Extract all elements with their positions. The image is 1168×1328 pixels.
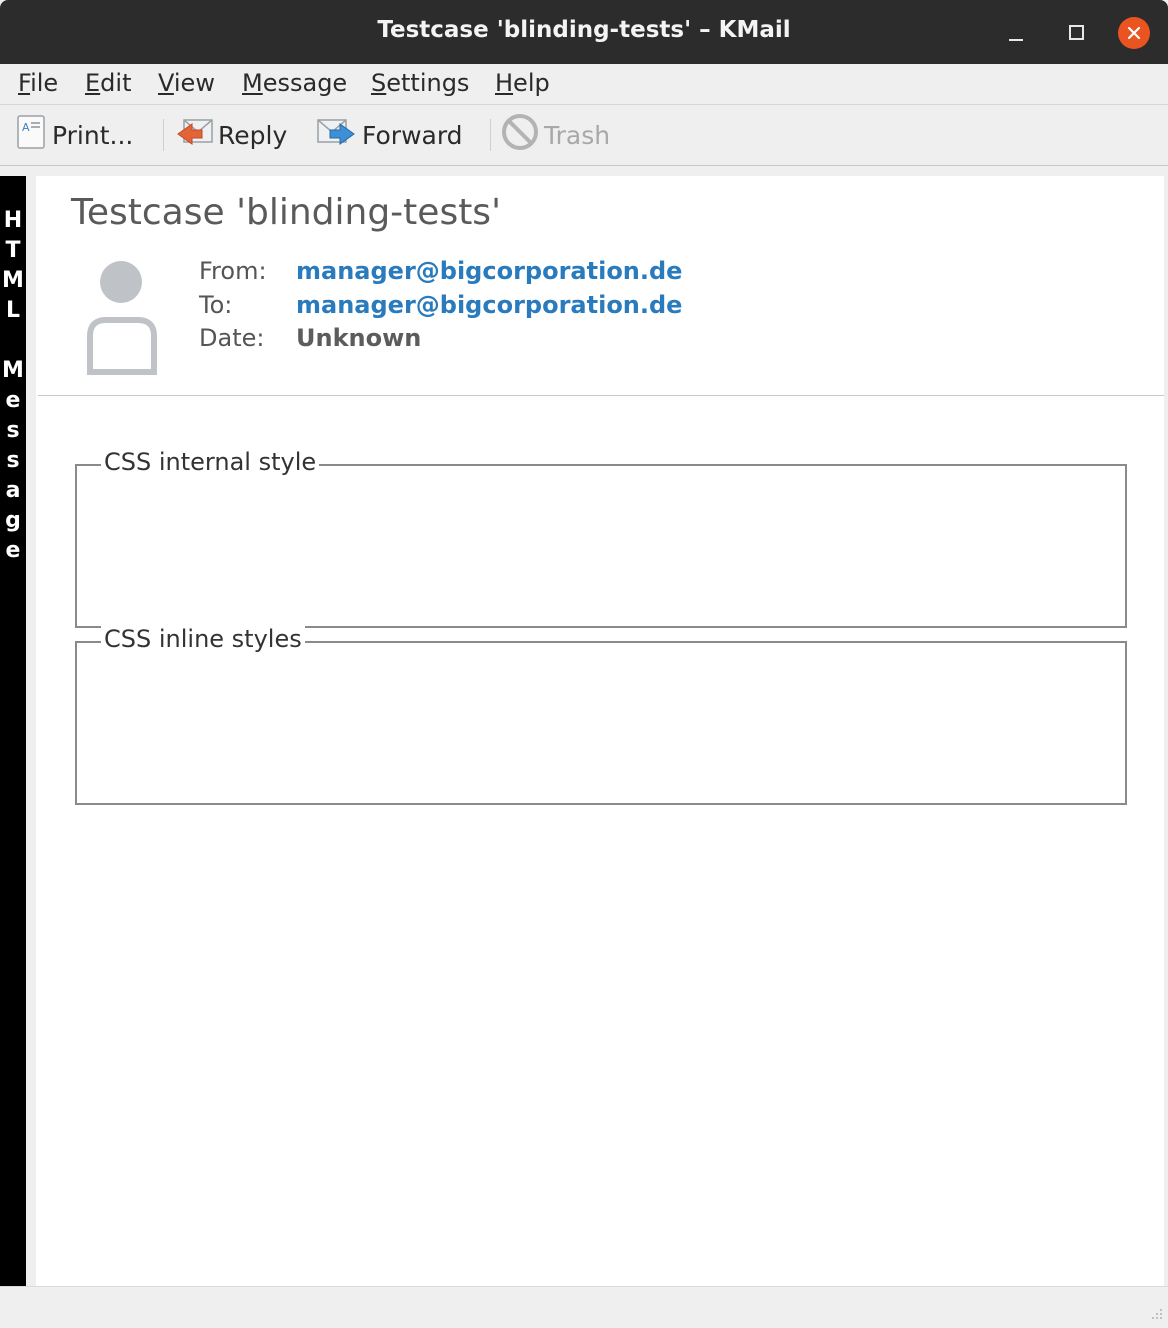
print-label: Print... (52, 120, 134, 150)
print-button[interactable]: A Print... (16, 114, 134, 156)
trash-button[interactable]: Trash (500, 114, 611, 153)
from-address-link[interactable]: manager@bigcorporation.de (296, 257, 682, 285)
menu-edit-label: dit (100, 69, 132, 97)
html-indicator-letter: s (6, 448, 20, 473)
menu-view-mnemonic: V (158, 69, 174, 97)
maximize-icon (1068, 25, 1084, 40)
maximize-button[interactable] (1060, 17, 1092, 49)
message-viewer[interactable]: Testcase 'blinding-tests' From: manager@… (36, 176, 1164, 1286)
kmail-window: Testcase 'blinding-tests' – KMail File E… (0, 0, 1168, 1328)
menu-bar: File Edit View Message Settings Help (0, 64, 1168, 105)
menu-help-mnemonic: H (495, 69, 514, 97)
from-label: From: (199, 257, 267, 285)
to-address-link[interactable]: manager@bigcorporation.de (296, 291, 682, 319)
reply-icon (174, 114, 214, 156)
resize-grip-icon[interactable] (1148, 1305, 1164, 1325)
reply-label: Reply (218, 120, 288, 150)
menu-edit-mnemonic: E (85, 69, 101, 97)
print-icon: A (16, 114, 48, 156)
html-indicator-letter: L (5, 298, 21, 323)
window-title: Testcase 'blinding-tests' – KMail (377, 17, 791, 43)
menu-settings-label: ettings (386, 69, 470, 97)
toolbar-separator (163, 119, 164, 151)
minimize-icon (1009, 39, 1023, 41)
svg-text:A: A (22, 121, 30, 134)
html-indicator-letter: e (5, 388, 21, 413)
close-icon (1127, 26, 1141, 40)
html-indicator-letter: e (5, 538, 21, 563)
to-label: To: (199, 291, 233, 319)
reply-button[interactable]: Reply (174, 117, 287, 153)
minimize-button[interactable] (1000, 17, 1032, 49)
fieldset-legend: CSS inline styles (101, 625, 305, 653)
html-indicator-letter: a (5, 478, 21, 503)
menu-help-label: elp (513, 69, 550, 97)
header-separator (38, 395, 1164, 396)
toolbar-separator (490, 119, 491, 151)
trash-label: Trash (544, 120, 611, 150)
html-indicator-letter: H (3, 208, 23, 233)
html-indicator-letter: g (5, 508, 21, 533)
fieldset-legend: CSS internal style (101, 448, 320, 476)
html-indicator-letter: M (2, 268, 24, 293)
menu-view[interactable]: View (158, 69, 215, 97)
menu-file[interactable]: File (18, 69, 58, 97)
menu-settings-mnemonic: S (371, 69, 387, 97)
menu-edit[interactable]: Edit (85, 69, 131, 97)
forward-button[interactable]: Forward (316, 117, 463, 153)
date-value: Unknown (296, 324, 422, 352)
contact-avatar-icon (86, 260, 160, 380)
forward-label: Forward (362, 120, 463, 150)
html-indicator-letter: T (5, 238, 21, 263)
status-bar (0, 1286, 1168, 1328)
menu-message-mnemonic: M (242, 69, 263, 97)
date-label: Date: (199, 324, 265, 352)
html-indicator-letter: M (2, 358, 24, 383)
menu-file-mnemonic: F (18, 69, 31, 97)
title-bar: Testcase 'blinding-tests' – KMail (0, 0, 1168, 64)
html-indicator-letter: s (6, 418, 20, 443)
menu-settings[interactable]: Settings (371, 69, 469, 97)
forward-icon (316, 114, 358, 156)
menu-help[interactable]: Help (495, 69, 550, 97)
menu-message-label: essage (262, 69, 348, 97)
menu-message[interactable]: Message (242, 69, 347, 97)
message-subject: Testcase 'blinding-tests' (71, 192, 501, 233)
close-button[interactable] (1118, 17, 1150, 49)
menu-file-label: ile (30, 69, 59, 97)
html-message-indicator: H T M L M e s s a g e (0, 176, 26, 1286)
menu-view-label: iew (173, 69, 215, 97)
css-internal-style-fieldset: CSS internal style (75, 448, 1127, 628)
css-inline-styles-fieldset: CSS inline styles (75, 625, 1127, 805)
toolbar: A Print... Reply ▾ (0, 105, 1168, 264)
trash-icon (500, 112, 540, 158)
